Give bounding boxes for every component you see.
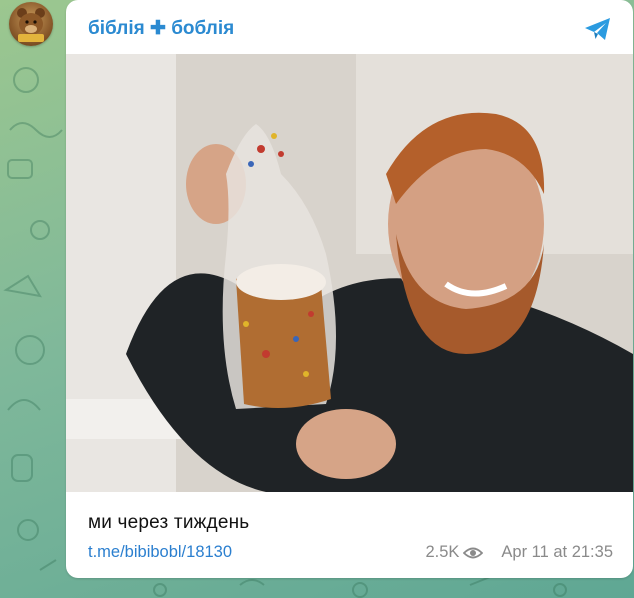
- message-header: біблія ✚ боблія: [66, 0, 633, 54]
- message-card: біблія ✚ боблія ми через тиждень t.me/bi…: [66, 0, 633, 578]
- post-photo[interactable]: [66, 54, 633, 492]
- post-link[interactable]: t.me/bibibobl/18130: [88, 543, 232, 562]
- channel-avatar[interactable]: [9, 2, 53, 46]
- view-count: 2.5K: [425, 543, 460, 561]
- telegram-icon[interactable]: [583, 14, 613, 44]
- photo-illustration: [66, 54, 633, 492]
- post-meta: 2.5K Apr 11 at 21:35: [425, 543, 613, 562]
- bear-icon: [17, 8, 45, 42]
- channel-name[interactable]: біблія ✚ боблія: [88, 17, 234, 40]
- post-date: Apr 11 at 21:35: [501, 543, 613, 561]
- post-caption: ми через тиждень: [88, 512, 250, 533]
- eye-icon: [463, 547, 484, 558]
